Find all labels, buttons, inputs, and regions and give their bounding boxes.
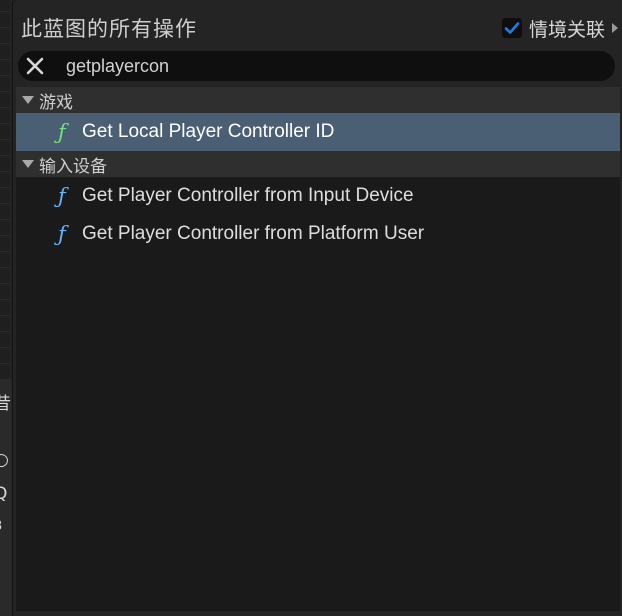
category-input-devices[interactable]: 输入设备 — [16, 151, 620, 177]
action-item-label: Get Local Player Controller ID — [82, 121, 335, 142]
background-circle-icon: ○ — [0, 450, 9, 470]
background-glyph-fragment: 3 — [0, 520, 2, 533]
function-icon: ƒ — [58, 222, 66, 246]
action-item-get-player-controller-from-platform-user[interactable]: ƒ Get Player Controller from Platform Us… — [16, 215, 620, 253]
context-sensitive-checkbox[interactable] — [501, 18, 522, 38]
action-item-label: Get Player Controller from Platform User — [82, 223, 425, 244]
background-panel: 昔 ○ Q 3 — [0, 380, 12, 616]
search-input[interactable] — [66, 51, 586, 81]
background-search-icon: Q — [0, 484, 8, 504]
action-item-get-local-player-controller-id[interactable]: ƒ Get Local Player Controller ID — [16, 113, 620, 151]
expand-arrow-icon[interactable] — [611, 22, 619, 34]
action-menu: 此蓝图的所有操作 情境关联 游戏 ƒ Get Loc — [12, 0, 622, 616]
search-box — [18, 51, 615, 81]
clear-search-icon[interactable] — [26, 57, 44, 75]
function-icon: ƒ — [58, 184, 66, 208]
action-menu-title: 此蓝图的所有操作 — [21, 17, 197, 41]
category-label: 输入设备 — [39, 156, 107, 177]
checkmark-icon — [504, 22, 520, 34]
background-text-fragment: 昔 — [0, 394, 11, 414]
category-game[interactable]: 游戏 — [16, 87, 620, 113]
action-item-label: Get Player Controller from Input Device — [82, 185, 414, 206]
action-tree: 游戏 ƒ Get Local Player Controller ID 输入设备… — [16, 87, 620, 611]
action-menu-header: 此蓝图的所有操作 情境关联 — [21, 12, 619, 44]
context-sensitive-toggle[interactable]: 情境关联 — [501, 15, 619, 41]
function-icon: ƒ — [58, 120, 66, 144]
collapse-triangle-icon[interactable] — [22, 159, 34, 169]
collapse-triangle-icon[interactable] — [22, 95, 34, 105]
context-sensitive-label: 情境关联 — [528, 18, 605, 41]
category-label: 游戏 — [39, 92, 73, 113]
action-item-get-player-controller-from-input-device[interactable]: ƒ Get Player Controller from Input Devic… — [16, 177, 620, 215]
background-graph-grid — [0, 0, 10, 380]
